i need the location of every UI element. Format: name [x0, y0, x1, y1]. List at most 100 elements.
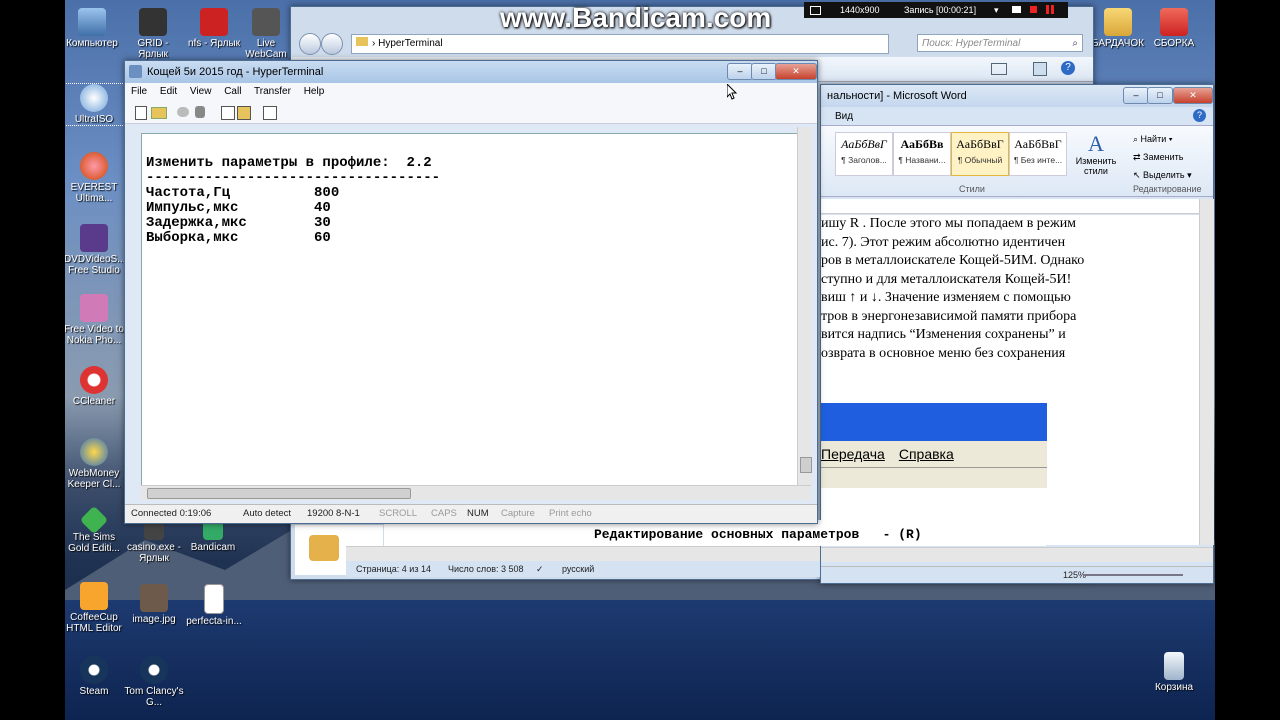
zoom-slider[interactable]: [1083, 574, 1183, 576]
desktop-icon-image[interactable]: image.jpg: [124, 584, 184, 625]
disconnect-icon[interactable]: [195, 106, 205, 118]
select-button[interactable]: ↖ Выделить ▾: [1133, 166, 1192, 184]
word-close-button[interactable]: ✕: [1173, 87, 1213, 104]
close-button[interactable]: ✕: [775, 63, 817, 80]
editing-group: ⌕ Найти ▾ ⇄ Заменить ↖ Выделить ▾: [1133, 130, 1192, 184]
back-icon[interactable]: [299, 33, 321, 55]
new-file-icon[interactable]: [135, 106, 147, 120]
terminal-line: Изменить параметры в профиле: 2.2: [146, 155, 432, 171]
computer-icon: [78, 8, 106, 36]
embedded-screenshot-toolbar: [821, 467, 1047, 488]
capture-indicator: Capture: [501, 508, 535, 519]
recording-resolution: 1440x900: [840, 5, 880, 15]
desktop-icon-grid[interactable]: GRID - Ярлык: [123, 8, 183, 60]
camera-icon[interactable]: [1012, 6, 1021, 13]
doc-line: вится надпись “Изменения сохранены” и: [821, 327, 1066, 342]
find-button[interactable]: ⌕ Найти ▾: [1133, 130, 1192, 148]
desktop-icon-recycle-bin[interactable]: Корзина: [1144, 652, 1204, 693]
doc-line: озврата в основное меню без сохранения: [821, 345, 1066, 361]
style-title[interactable]: АаБбВв ¶ Названи...: [893, 132, 951, 176]
word-vertical-scrollbar[interactable]: [1199, 199, 1214, 545]
window-mode-icon[interactable]: [810, 6, 821, 15]
change-styles-button[interactable]: A Изменить стили: [1073, 132, 1119, 177]
search-input[interactable]: Поиск: HyperTerminal ⌕: [917, 34, 1083, 52]
style-heading[interactable]: АаБбВвГ ¶ Заголов...: [835, 132, 893, 176]
help-icon[interactable]: ?: [1193, 109, 1206, 122]
terminal-vertical-scrollbar[interactable]: [797, 127, 812, 485]
menu-edit[interactable]: Edit: [160, 86, 177, 97]
doc-line: ис. 7). Этот режим абсолютно идентичен: [821, 234, 1066, 250]
word-statusbar-left: Страница: 4 из 14 Число слов: 3 508 ✓ ру…: [346, 561, 820, 577]
open-folder-icon[interactable]: [151, 107, 167, 119]
menu-transfer[interactable]: Transfer: [254, 86, 291, 97]
desktop-icon-bardachok[interactable]: БАРДАЧОК: [1088, 8, 1148, 49]
scroll-thumb[interactable]: [800, 457, 812, 473]
desktop-icon-freevideo[interactable]: Free Video to Nokia Pho...: [64, 294, 124, 346]
minimize-button[interactable]: –: [727, 63, 753, 80]
desktop-icon-sborka[interactable]: СБОРКА: [1144, 8, 1204, 49]
dropdown-icon[interactable]: ▾: [994, 2, 999, 18]
menu-file[interactable]: File: [131, 86, 147, 97]
replace-icon: ⇄: [1133, 152, 1144, 162]
send-icon[interactable]: [221, 106, 235, 120]
word-minimize-button[interactable]: –: [1123, 87, 1149, 104]
ruler: [821, 199, 1199, 214]
menu-help[interactable]: Help: [304, 86, 325, 97]
scroll-thumb[interactable]: [147, 488, 411, 499]
word-titlebar: нальности] - Microsoft Word – □ ✕: [821, 85, 1213, 107]
desktop-icon-nfs[interactable]: nfs - Ярлык: [184, 8, 244, 49]
word-horizontal-scrollbar[interactable]: [821, 547, 1213, 562]
editing-group-label: Редактирование: [1133, 184, 1202, 194]
terminal-horizontal-scrollbar[interactable]: [141, 485, 811, 500]
forward-icon[interactable]: [321, 33, 343, 55]
menu-call[interactable]: Call: [224, 86, 241, 97]
desktop-icon-sims[interactable]: The Sims Gold Editi...: [64, 505, 124, 554]
embedded-screenshot-titlebar: [821, 403, 1047, 441]
word-statusbar: 125%: [821, 566, 1213, 583]
pause-icon[interactable]: [1046, 5, 1049, 14]
desktop-icon-casino[interactable]: casino.exe - Ярлык: [124, 520, 184, 564]
style-no-spacing[interactable]: АаБбВвГ ¶ Без инте...: [1009, 132, 1067, 176]
terminal-line: Частота,Гц 800: [146, 185, 340, 201]
desktop-icon-everest[interactable]: EVEREST Ultima...: [64, 152, 124, 204]
help-icon[interactable]: ?: [1061, 61, 1075, 75]
desktop-icon-bandicam[interactable]: Bandicam: [183, 520, 243, 553]
menu-view[interactable]: View: [190, 86, 212, 97]
properties-icon[interactable]: [263, 106, 277, 120]
view-icon[interactable]: [991, 63, 1007, 75]
stop-icon[interactable]: [1030, 6, 1037, 13]
word-maximize-button[interactable]: □: [1147, 87, 1173, 104]
folder-icon: [356, 37, 368, 46]
tab-view[interactable]: Вид: [835, 111, 853, 122]
port-settings: 19200 8-N-1: [307, 508, 360, 519]
spellcheck-icon[interactable]: ✓: [536, 561, 544, 577]
game-icon: [200, 8, 228, 36]
document-page[interactable]: ишу R . После этого мы попадаем в режим …: [821, 215, 1199, 405]
desktop-icon-steam[interactable]: Steam: [64, 656, 124, 697]
hyperterminal-menubar: File Edit View Call Transfer Help: [125, 83, 817, 101]
desktop-icon-computer[interactable]: Компьютер: [62, 8, 122, 49]
desktop-icon-ccleaner[interactable]: CCleaner: [64, 366, 124, 407]
address-bar[interactable]: › HyperTerminal: [351, 34, 889, 54]
maximize-button[interactable]: □: [751, 63, 777, 80]
steam-icon: [80, 656, 108, 684]
style-normal[interactable]: АаБбВвГ ¶ Обычный: [951, 132, 1009, 176]
hyperterminal-toolbar: [125, 101, 817, 124]
word-ribbon: АаБбВвГ ¶ Заголов... АаБбВв ¶ Названи... А…: [821, 125, 1213, 197]
desktop-icon-tomclancy[interactable]: Tom Clancy's G...: [124, 656, 184, 708]
desktop-icon-webmoney[interactable]: WebMoney Keeper Cl...: [64, 438, 124, 490]
receive-icon[interactable]: [237, 106, 251, 120]
video-icon: [80, 294, 108, 322]
desktop-icon-perfecta[interactable]: perfecta-in...: [184, 584, 244, 627]
replace-button[interactable]: ⇄ Заменить: [1133, 148, 1192, 166]
desktop-icon-dvdvideo[interactable]: DVDVideoS... Free Studio: [64, 224, 126, 276]
detect-mode: Auto detect: [243, 508, 292, 519]
phone-connect-icon[interactable]: [177, 107, 189, 117]
embedded-screenshot-menu: Передача Справка: [821, 441, 1047, 467]
connection-time: Connected 0:19:06: [131, 508, 212, 519]
desktop-icon-coffeecup[interactable]: CoffeeCup HTML Editor: [64, 582, 124, 634]
desktop-icon-webcam[interactable]: Live WebCam: [243, 8, 289, 60]
preview-pane-icon[interactable]: [1033, 62, 1047, 76]
desktop-icon-ultraiso[interactable]: UltraISO: [63, 83, 125, 126]
terminal-screen[interactable]: Изменить параметры в профиле: 2.2 -------…: [141, 133, 799, 487]
